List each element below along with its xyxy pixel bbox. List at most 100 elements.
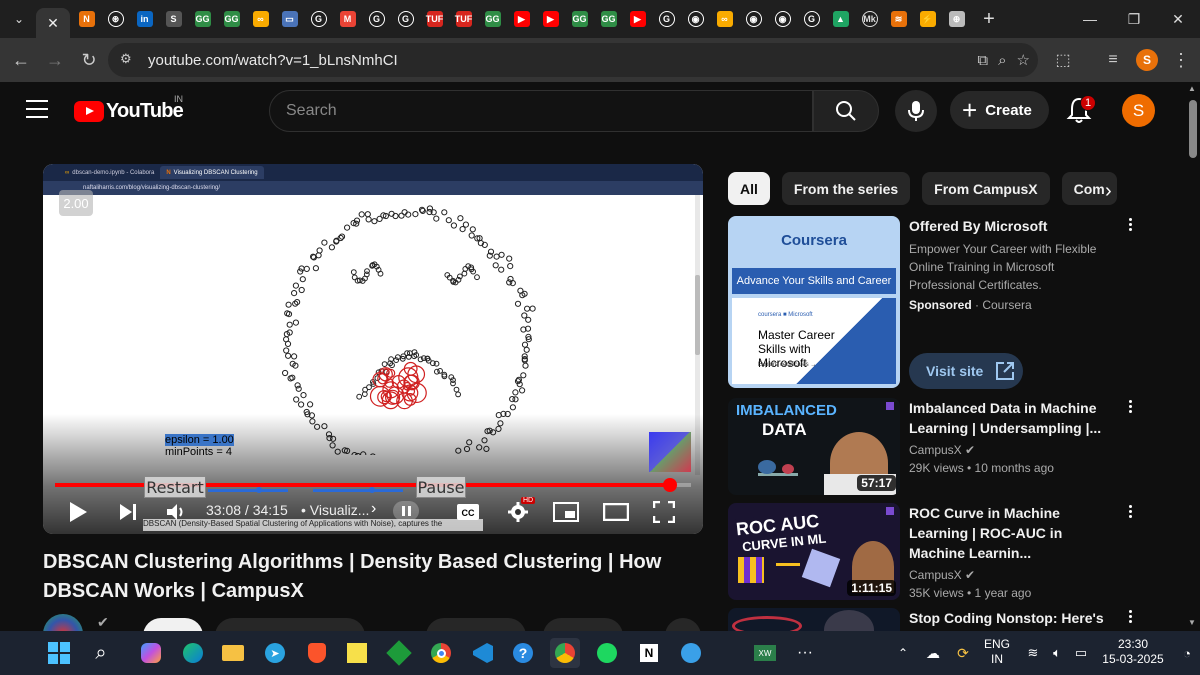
video-thumbnail[interactable]: ROC AUC CURVE IN ML 1:11:15 <box>728 503 900 600</box>
chip-from-campusx[interactable]: From CampusX <box>922 172 1050 205</box>
next-button[interactable] <box>113 497 143 527</box>
miniplayer-button[interactable] <box>551 497 581 527</box>
video-more-icon[interactable] <box>1126 610 1134 623</box>
browser-tab[interactable]: G <box>391 4 420 34</box>
visit-site-button[interactable]: Visit site <box>909 353 1023 389</box>
spotify-icon[interactable] <box>592 638 622 668</box>
browser-tab[interactable]: N <box>72 4 101 34</box>
open-in-app-icon[interactable]: ⧉ <box>977 52 988 69</box>
browser-tab[interactable]: TUF <box>449 4 478 34</box>
restore-button[interactable]: ❐ <box>1112 0 1156 38</box>
notion-icon[interactable]: N <box>634 638 664 668</box>
browser-tab[interactable]: GG <box>217 4 246 34</box>
browser-tab[interactable]: TUF <box>420 4 449 34</box>
related-video-title[interactable]: Stop Coding Nonstop: Here's <box>909 608 1119 628</box>
browser-tab[interactable]: G <box>362 4 391 34</box>
browser-tab[interactable]: ≋ <box>884 4 913 34</box>
browser-tab[interactable]: ⊛ <box>101 4 130 34</box>
related-video-title[interactable]: ROC Curve in Machine Learning | ROC-AUC … <box>909 503 1119 563</box>
brave-icon[interactable] <box>302 638 332 668</box>
browser-tab[interactable]: ◉ <box>681 4 710 34</box>
chapter-title[interactable]: • Visualiz... <box>301 502 369 518</box>
sponsored-ad[interactable]: Coursera Advance Your Skills and Career … <box>728 216 1188 396</box>
chrome-profile-icon[interactable] <box>550 638 580 668</box>
chip-from-series[interactable]: From the series <box>781 172 911 205</box>
clock[interactable]: 23:30 15-03-2025 <box>1096 637 1170 667</box>
browser-tab[interactable]: S <box>159 4 188 34</box>
ad-title[interactable]: Offered By Microsoft <box>909 216 1119 236</box>
tray-chevron-icon[interactable]: ⌃ <box>888 638 918 668</box>
chapter-chevron-icon[interactable]: › <box>371 500 376 518</box>
progress-scrubber[interactable] <box>663 478 677 492</box>
url-text[interactable]: youtube.com/watch?v=1_bLnsNmhCI <box>148 52 398 69</box>
page-scrollbar[interactable]: ▲ ▼ <box>1185 82 1200 631</box>
search-button[interactable] <box>813 90 879 132</box>
channel-name[interactable]: CampusX <box>909 443 962 457</box>
notification-center-icon[interactable]: ◔ <box>1172 638 1200 668</box>
close-window-button[interactable]: ✕ <box>1156 0 1200 38</box>
volume-button[interactable] <box>161 497 191 527</box>
reading-list-icon[interactable]: ≡ <box>1096 43 1130 77</box>
minimize-button[interactable]: — <box>1068 0 1112 38</box>
teams-icon[interactable] <box>676 638 706 668</box>
browser-tab[interactable]: GG <box>594 4 623 34</box>
more-apps-icon[interactable]: ··· <box>790 638 820 668</box>
forward-button[interactable]: → <box>38 43 72 77</box>
browser-tab[interactable]: Mk <box>855 4 884 34</box>
browser-tab[interactable]: GG <box>478 4 507 34</box>
settings-button[interactable]: HD <box>503 497 536 527</box>
browser-tab[interactable]: in <box>130 4 159 34</box>
excel-word-icon[interactable]: XW <box>750 638 780 668</box>
zoom-icon[interactable]: ⌕ <box>998 52 1006 69</box>
chip-all[interactable]: All <box>728 172 770 205</box>
video-more-icon[interactable] <box>1126 400 1134 413</box>
start-button[interactable] <box>44 638 74 668</box>
theater-mode-button[interactable] <box>601 497 631 527</box>
youtube-logo[interactable]: YouTube IN <box>74 94 184 123</box>
video-thumbnail[interactable] <box>728 608 900 631</box>
language-indicator[interactable]: ENG IN <box>982 637 1012 667</box>
fullscreen-button[interactable] <box>649 497 679 527</box>
browser-tab[interactable]: G <box>652 4 681 34</box>
copilot-icon[interactable] <box>136 638 166 668</box>
browser-tab[interactable]: GG <box>188 4 217 34</box>
browser-tab[interactable]: GG <box>565 4 594 34</box>
search-icon[interactable]: ⌕ <box>86 638 116 668</box>
video-more-icon[interactable] <box>1126 505 1134 518</box>
extensions-icon[interactable]: ⬚ <box>1046 43 1080 77</box>
ad-more-icon[interactable] <box>1126 218 1134 231</box>
close-tab-icon[interactable]: ✕ <box>47 15 59 32</box>
vscode-icon[interactable] <box>468 638 498 668</box>
browser-tab[interactable]: ◉ <box>739 4 768 34</box>
browser-tab[interactable]: ▶ <box>623 4 652 34</box>
browser-tab[interactable]: ⊕ <box>942 4 971 34</box>
telegram-icon[interactable]: ➤ <box>260 638 290 668</box>
browser-tab[interactable]: G <box>304 4 333 34</box>
browser-tab[interactable]: ⚡ <box>913 4 942 34</box>
captions-button[interactable]: CC <box>453 497 483 527</box>
autoplay-toggle[interactable] <box>393 501 419 521</box>
profile-avatar[interactable]: S <box>1136 49 1158 71</box>
browser-menu-icon[interactable]: ⋮ <box>1164 43 1198 77</box>
help-icon[interactable]: ? <box>508 638 538 668</box>
browser-tab[interactable]: ∞ <box>710 4 739 34</box>
scroll-down-icon[interactable]: ▼ <box>1188 618 1196 627</box>
new-tab-button[interactable]: + <box>975 8 1003 31</box>
browser-tab[interactable]: G <box>797 4 826 34</box>
cloud-icon[interactable]: ☁ <box>918 638 948 668</box>
browser-tab[interactable]: ▲ <box>826 4 855 34</box>
edge-icon[interactable] <box>178 638 208 668</box>
sync-icon[interactable]: ⟳ <box>948 638 978 668</box>
site-info-icon[interactable]: ⚙ <box>120 51 132 67</box>
play-button[interactable] <box>63 497 93 527</box>
scrollbar-thumb[interactable] <box>1189 100 1197 158</box>
video-player[interactable]: ∞ dbscan-demo.ipynb - Colabora N Visualizi… <box>43 164 703 534</box>
browser-tab[interactable]: ∞ <box>246 4 275 34</box>
voice-search-button[interactable] <box>895 90 937 132</box>
channel-name[interactable]: CampusX <box>909 568 962 582</box>
ad-thumbnail[interactable]: Coursera Advance Your Skills and Career … <box>728 216 900 388</box>
search-input[interactable] <box>286 102 812 120</box>
create-button[interactable]: + Create <box>950 91 1049 129</box>
video-thumbnail[interactable]: IMBALANCED DATA 57:17 <box>728 398 900 495</box>
chrome-icon[interactable] <box>426 638 456 668</box>
